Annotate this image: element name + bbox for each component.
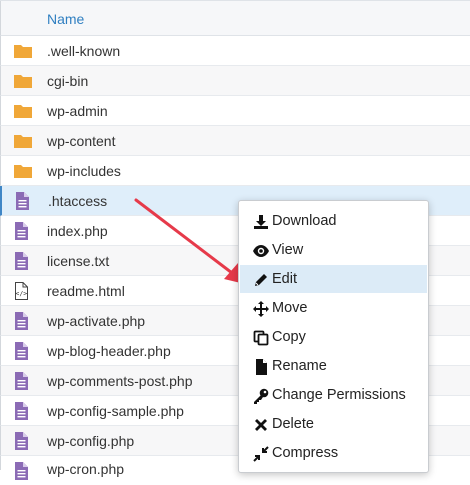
context-menu: Download View Edit Move Copy Rename Chan… (238, 200, 429, 473)
menu-item-change-permissions[interactable]: Change Permissions (240, 381, 427, 409)
file-name: .htaccess (48, 193, 108, 209)
menu-item-label: Rename (272, 358, 327, 374)
file-name: wp-config.php (47, 433, 135, 449)
file-name: readme.html (47, 283, 125, 299)
text-file-icon (13, 432, 33, 450)
code-file-icon: </> (13, 282, 33, 300)
file-name: wp-content (47, 133, 116, 149)
text-file-icon (13, 252, 33, 270)
text-file-icon (13, 222, 33, 240)
download-icon (253, 214, 269, 230)
delete-x-icon (253, 417, 269, 433)
file-name: cgi-bin (47, 73, 89, 89)
text-file-icon (13, 402, 33, 420)
eye-icon (253, 243, 269, 259)
file-name: wp-config-sample.php (47, 403, 184, 419)
table-row[interactable]: wp-content (0, 126, 470, 156)
file-name: wp-activate.php (47, 313, 146, 329)
menu-item-label: Edit (272, 271, 297, 287)
menu-item-label: Move (272, 300, 308, 316)
table-row[interactable]: cgi-bin (0, 66, 470, 96)
compress-icon (253, 446, 269, 462)
file-name: wp-blog-header.php (47, 343, 171, 359)
text-file-icon (13, 462, 33, 480)
file-name: wp-comments-post.php (47, 373, 193, 389)
key-icon (253, 388, 269, 404)
menu-item-copy[interactable]: Copy (240, 323, 427, 351)
move-arrows-icon (253, 301, 269, 317)
text-file-icon (13, 342, 33, 360)
menu-item-compress[interactable]: Compress (240, 439, 427, 467)
folder-icon (13, 42, 33, 60)
menu-item-label: Change Permissions (272, 387, 406, 403)
text-file-icon (14, 192, 34, 210)
menu-item-view[interactable]: View (240, 236, 427, 264)
menu-item-label: Download (272, 213, 337, 229)
pencil-icon (253, 272, 269, 288)
file-name: .well-known (47, 43, 121, 59)
menu-item-label: Compress (272, 445, 339, 461)
file-name: wp-cron.php (47, 461, 125, 477)
menu-item-rename[interactable]: Rename (240, 352, 427, 380)
menu-item-label: Delete (272, 416, 314, 432)
text-file-icon (13, 312, 33, 330)
svg-text:</>: </> (15, 290, 27, 298)
menu-item-move[interactable]: Move (240, 294, 427, 322)
menu-item-label: View (272, 242, 304, 258)
rename-file-icon (253, 359, 269, 375)
folder-icon (13, 162, 33, 180)
name-column-header[interactable]: Name (47, 11, 84, 27)
text-file-icon (13, 372, 33, 390)
table-row[interactable]: .well-known (0, 36, 470, 66)
file-name: wp-includes (47, 163, 121, 179)
file-name: index.php (47, 223, 108, 239)
folder-icon (13, 102, 33, 120)
menu-item-edit[interactable]: Edit (240, 265, 427, 293)
table-row[interactable]: wp-includes (0, 156, 470, 186)
folder-icon (13, 132, 33, 150)
file-name: wp-admin (47, 103, 108, 119)
menu-item-download[interactable]: Download (240, 207, 427, 235)
table-row[interactable]: wp-admin (0, 96, 470, 126)
table-header: Name (0, 1, 470, 36)
menu-item-label: Copy (272, 329, 306, 345)
copy-icon (253, 330, 269, 346)
folder-icon (13, 72, 33, 90)
file-name: license.txt (47, 253, 110, 269)
menu-item-delete[interactable]: Delete (240, 410, 427, 438)
